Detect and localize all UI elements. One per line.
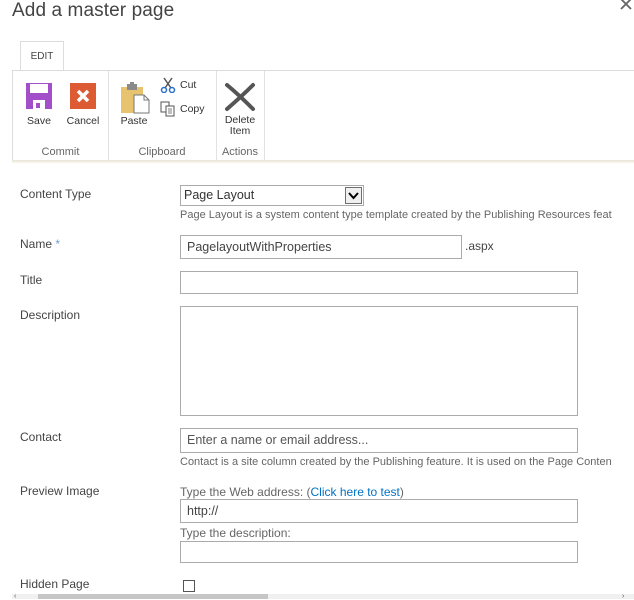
- preview-url-input[interactable]: http://: [180, 499, 578, 523]
- paste-icon: [120, 82, 150, 114]
- ribbon-tabs: EDIT: [0, 41, 634, 71]
- content-type-value: Page Layout: [184, 188, 255, 202]
- preview-description-input[interactable]: [180, 541, 578, 563]
- title-label: Title: [20, 273, 43, 287]
- contact-input[interactable]: Enter a name or email address...: [180, 428, 578, 453]
- content-type-select[interactable]: Page Layout: [180, 185, 364, 206]
- cut-label: Cut: [180, 79, 197, 91]
- content-type-hint: Page Layout is a system content type tem…: [180, 209, 612, 221]
- required-marker: *: [55, 237, 61, 251]
- contact-label: Contact: [20, 430, 62, 444]
- content-type-label: Content Type: [20, 187, 92, 201]
- cancel-label: Cancel: [66, 115, 100, 127]
- cancel-icon: [69, 82, 97, 110]
- tab-edit[interactable]: EDIT: [20, 41, 64, 71]
- delete-item-button[interactable]: Delete Item: [222, 79, 258, 137]
- chevron-down-icon[interactable]: [345, 187, 362, 204]
- group-label-actions: Actions: [221, 146, 259, 158]
- cut-button[interactable]: Cut: [160, 77, 197, 94]
- name-input[interactable]: PagelayoutWithProperties: [180, 235, 462, 259]
- name-suffix: .aspx: [465, 239, 494, 253]
- ribbon-group-clipboard: Paste Cut Copy Clipboard: [108, 71, 217, 160]
- ribbon-group-actions: Delete Item Actions: [216, 71, 265, 160]
- web-address-hint: Type the Web address: (Click here to tes…: [180, 485, 404, 499]
- name-label: Name *: [20, 237, 60, 251]
- close-icon: [620, 0, 632, 10]
- name-label-text: Name: [20, 237, 53, 251]
- save-icon: [25, 82, 53, 110]
- description-label: Description: [20, 308, 81, 322]
- preview-image-label: Preview Image: [20, 484, 100, 498]
- paste-button[interactable]: Paste: [118, 79, 150, 127]
- contact-hint: Contact is a site column created by the …: [180, 456, 612, 468]
- copy-button[interactable]: Copy: [160, 101, 205, 117]
- delete-icon: [224, 82, 256, 112]
- horizontal-scrollbar[interactable]: [12, 594, 634, 599]
- ribbon: Save Cancel Commit Paste Cut Copy Clipbo…: [12, 71, 634, 161]
- ribbon-group-commit: Save Cancel Commit: [13, 71, 109, 160]
- hidden-page-label: Hidden Page: [20, 577, 90, 591]
- description-hint: Type the description:: [180, 526, 291, 540]
- dialog-title: Add a master page: [12, 0, 175, 21]
- ribbon-bottom-border: [12, 160, 634, 163]
- close-button[interactable]: [618, 0, 634, 12]
- delete-label-line2: Item: [229, 125, 251, 137]
- save-button[interactable]: Save: [23, 79, 55, 127]
- group-label-commit: Commit: [41, 146, 80, 158]
- title-input[interactable]: [180, 271, 578, 294]
- cancel-button[interactable]: Cancel: [65, 79, 101, 127]
- paste-label: Paste: [120, 115, 148, 127]
- web-address-prefix: Type the Web address: (: [180, 485, 311, 499]
- description-textarea[interactable]: [180, 306, 578, 416]
- test-link[interactable]: Click here to test: [311, 485, 400, 499]
- web-address-suffix: ): [399, 485, 404, 499]
- copy-icon: [160, 101, 176, 117]
- hidden-page-checkbox[interactable]: [183, 580, 195, 592]
- copy-label: Copy: [180, 103, 205, 115]
- group-label-clipboard: Clipboard: [138, 146, 186, 158]
- scrollbar-thumb[interactable]: [38, 594, 268, 599]
- cut-icon: [160, 77, 176, 94]
- save-label: Save: [27, 115, 51, 127]
